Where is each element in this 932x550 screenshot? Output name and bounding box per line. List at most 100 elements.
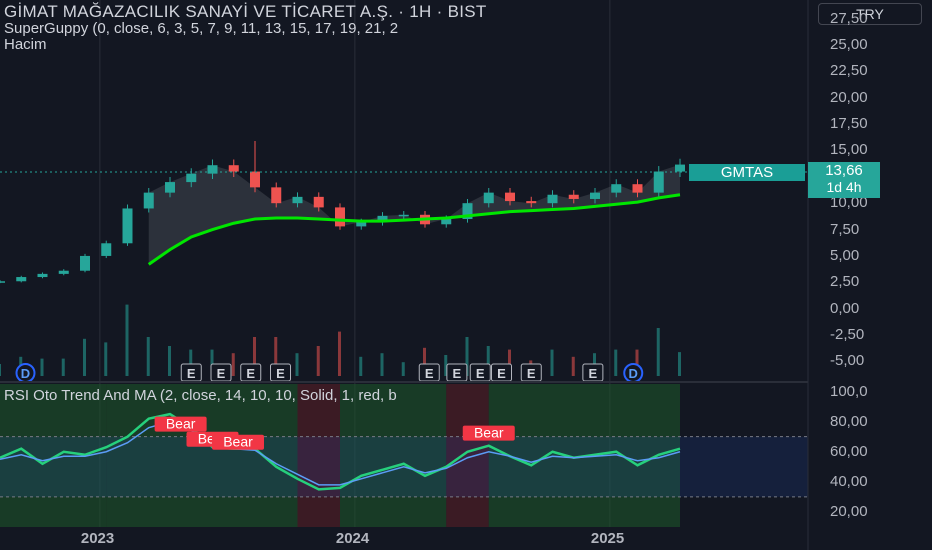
bear-signal: Bear <box>212 434 264 450</box>
marker-label: E <box>497 366 506 381</box>
earnings-marker[interactable]: E <box>446 363 468 382</box>
earnings-marker[interactable]: E <box>491 363 512 382</box>
candle-body <box>335 207 345 227</box>
candle-body <box>0 281 5 283</box>
rsi-axis-tick: 80,00 <box>830 412 868 430</box>
chart-title: GİMAT MAĞAZACILIK SANAYİ VE TİCARET A.Ş.… <box>4 2 487 21</box>
volume-bar <box>550 349 554 376</box>
candle-body <box>441 219 452 225</box>
marker-label: E <box>276 366 285 381</box>
candle-body <box>313 196 324 208</box>
bear-signal: Bear <box>462 425 515 441</box>
guppy-cloud <box>148 164 680 265</box>
price-axis-tick: 5,00 <box>830 246 860 264</box>
candle-body <box>292 196 303 204</box>
last-price-badge: 13,66 1d 4h <box>808 162 880 198</box>
volume-bar <box>168 346 171 376</box>
earnings-marker[interactable]: E <box>469 363 491 382</box>
earnings-marker[interactable]: E <box>418 363 440 382</box>
volume-bar <box>571 356 575 376</box>
volume-bar <box>61 358 65 376</box>
price-axis-tick: -5,00 <box>830 352 865 370</box>
candle-body <box>611 184 622 193</box>
volume-bar <box>359 356 363 376</box>
earnings-marker[interactable]: E <box>582 363 604 382</box>
rsi-legend[interactable]: RSI Oto Trend And MA (2, close, 14, 10, … <box>4 387 397 404</box>
event-markers: DEEEEEEEEEED <box>15 363 644 383</box>
candle-body <box>526 201 537 204</box>
rsi-axis-tick: 60,00 <box>830 442 868 460</box>
price-axis-tick: 7,50 <box>830 220 860 238</box>
marker-label: E <box>527 366 536 381</box>
volume-bar <box>295 353 299 376</box>
bar-countdown: 1d 4h <box>826 179 862 195</box>
candle-body <box>505 192 515 202</box>
marker-label: D <box>21 366 30 381</box>
bear-signal-text: Bear <box>166 416 196 432</box>
earnings-marker[interactable]: E <box>520 363 542 382</box>
volume-bar <box>656 328 660 376</box>
candle-body <box>675 164 685 172</box>
volume-bars <box>0 304 681 376</box>
marker-label: E <box>589 366 598 381</box>
candle-body <box>228 165 239 172</box>
volume-bar <box>231 353 235 376</box>
candle-body <box>632 184 643 193</box>
candle-body <box>186 173 197 183</box>
rsi-axis-tick: 40,00 <box>830 472 868 490</box>
rsi-axis-tick: 100,0 <box>830 382 868 400</box>
time-axis-label: 2025 <box>590 530 625 547</box>
price-axis-tick: 17,50 <box>830 115 868 133</box>
candle-body <box>165 182 175 193</box>
marker-label: E <box>246 366 255 381</box>
price-axis-tick: 0,00 <box>830 299 860 317</box>
volume-bar <box>614 349 618 376</box>
price-axis-tick: 2,50 <box>830 273 860 291</box>
volume-bar <box>104 342 108 376</box>
dividend-marker[interactable]: D <box>623 363 644 383</box>
indicator-legend[interactable]: SuperGuppy (0, close, 6, 3, 5, 7, 9, 11,… <box>4 20 398 37</box>
earnings-marker[interactable]: E <box>180 363 202 382</box>
price-axis-tick: 22,50 <box>830 62 868 80</box>
candle-body <box>58 270 69 274</box>
candle-body <box>80 255 90 271</box>
volume-bar <box>338 331 341 376</box>
candle-body <box>250 171 260 188</box>
earnings-marker[interactable]: E <box>270 363 291 382</box>
last-price: 13,66 <box>825 162 863 179</box>
candle-body <box>398 214 409 217</box>
candle-body <box>568 194 579 199</box>
bear-signal: Bear <box>154 416 207 432</box>
marker-label: E <box>476 366 485 381</box>
volume-bar <box>0 364 1 376</box>
volume-bar <box>125 304 129 376</box>
candle-body <box>101 243 112 256</box>
price-axis-tick: 20,00 <box>830 88 868 106</box>
candle-body <box>37 273 48 278</box>
guppy-cloud-fill <box>148 164 680 265</box>
dividend-marker[interactable]: D <box>15 363 36 383</box>
marker-label: D <box>629 366 638 381</box>
price-axis-tick: 15,00 <box>830 141 868 159</box>
symbol-label: GMTAS <box>689 164 805 181</box>
rsi-axis-tick: 20,00 <box>830 502 868 520</box>
volume-bar <box>380 353 384 376</box>
marker-label: E <box>187 366 196 381</box>
volume-bar <box>678 352 681 376</box>
time-axis-label: 2024 <box>335 530 370 547</box>
volume-bar <box>40 358 44 376</box>
candles <box>0 140 685 284</box>
rsi-zones <box>0 384 808 527</box>
candle-body <box>356 222 367 227</box>
candle-body <box>122 208 133 244</box>
chart-canvas: DEEEEEEEEEED BearBearBearBear <box>0 0 809 550</box>
volume-bar <box>401 362 405 376</box>
candle-body <box>143 192 154 209</box>
earnings-marker[interactable]: E <box>210 363 232 382</box>
earnings-marker[interactable]: E <box>240 363 262 382</box>
candle-body <box>590 192 600 199</box>
marker-label: E <box>425 366 434 381</box>
candle-body <box>271 187 282 204</box>
volume-legend[interactable]: Hacim <box>4 36 47 53</box>
candle-body <box>483 192 494 204</box>
